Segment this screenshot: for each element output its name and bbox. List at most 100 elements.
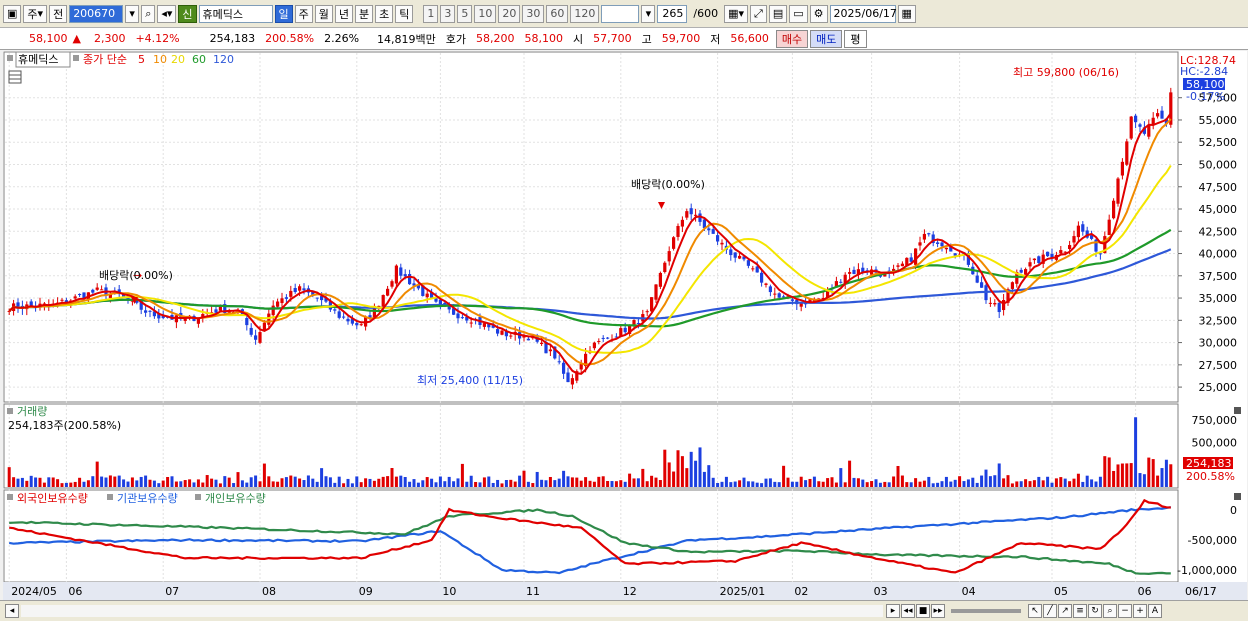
cycle-tool-icon[interactable]: ↻ — [1088, 604, 1102, 618]
volume-bar — [729, 482, 733, 487]
volume-bar — [262, 463, 266, 487]
zoom-out-icon[interactable]: − — [1118, 604, 1132, 618]
grid-icon[interactable]: ▤ — [768, 4, 788, 23]
custom-interval-input[interactable] — [601, 4, 640, 23]
trend-tool-icon[interactable]: ↗ — [1058, 604, 1072, 618]
cursor-tool-icon[interactable]: ↖ — [1028, 604, 1042, 618]
avg-button[interactable]: 평 — [844, 29, 867, 48]
volume-bar — [82, 481, 86, 487]
candle-body — [936, 242, 940, 244]
horizontal-scrollbar[interactable] — [21, 605, 883, 617]
volume-bar — [672, 471, 676, 487]
line-tool-icon[interactable]: ╱ — [1043, 604, 1057, 618]
play-icon[interactable]: ▸ — [886, 604, 900, 618]
stock-chart[interactable]: 57,50055,00052,50050,00047,50045,00042,5… — [3, 51, 1247, 603]
interval-3[interactable]: 3 — [440, 4, 456, 23]
tab-tick[interactable]: 틱 — [395, 4, 414, 23]
search-small-icon[interactable]: ⌕ — [1103, 604, 1117, 618]
candle-body — [1160, 110, 1164, 119]
current-pct-label: -0.17% — [1186, 90, 1225, 103]
candle-body — [342, 316, 346, 318]
search-icon[interactable]: ⌕ — [141, 4, 156, 23]
window-layout-icon[interactable]: ▣ — [3, 4, 22, 23]
candle-body — [289, 290, 293, 297]
candle-body — [896, 265, 900, 267]
volume-bar — [284, 477, 288, 487]
prev-button[interactable]: 전 — [49, 4, 68, 23]
interval-dropdown-icon[interactable]: ▾ — [641, 4, 656, 23]
volume-bar — [443, 481, 447, 487]
candle-body — [258, 332, 262, 343]
rewind-icon[interactable]: ◂◂ — [901, 604, 915, 618]
save-icon[interactable]: ▭ — [789, 4, 808, 23]
high-annotation: 최고 59,800 (06/16) — [1013, 66, 1119, 79]
auto-scale-icon[interactable]: A — [1148, 604, 1162, 618]
price-tick-label: 45,000 — [1199, 203, 1238, 216]
candle-body — [738, 255, 742, 259]
candle-body — [1037, 256, 1041, 263]
candle-body — [1107, 219, 1111, 236]
legend-chip — [7, 408, 13, 414]
interval-1[interactable]: 1 — [423, 4, 439, 23]
candle-body — [650, 297, 654, 312]
tab-month[interactable]: 월 — [314, 4, 333, 23]
interval-10[interactable]: 10 — [474, 4, 497, 23]
date-input[interactable]: 2025/06/17 — [829, 4, 897, 23]
volume-bar — [663, 449, 667, 487]
interval-5[interactable]: 5 — [457, 4, 473, 23]
tab-year[interactable]: 년 — [334, 4, 354, 23]
volume-bar — [834, 482, 838, 487]
chart-tools-icon[interactable]: ▦▾ — [724, 4, 749, 23]
candle-body — [1059, 250, 1063, 254]
tab-second[interactable]: 초 — [375, 4, 394, 23]
forward-icon[interactable]: ▸▸ — [931, 604, 945, 618]
calendar-icon[interactable]: ▦ — [897, 4, 916, 23]
tab-day[interactable]: 일 — [274, 4, 293, 23]
interval-30[interactable]: 30 — [522, 4, 545, 23]
volume-bar — [1085, 475, 1089, 487]
interval-120[interactable]: 120 — [570, 4, 600, 23]
zoom-slider[interactable] — [951, 609, 1021, 613]
volume-bar — [645, 481, 649, 487]
stock-name-field[interactable]: 휴메딕스 — [198, 4, 273, 23]
scroll-left-icon[interactable]: ◂ — [5, 604, 19, 618]
bar-count-input[interactable]: 265 — [657, 4, 688, 23]
speaker-icon[interactable]: ◂▾ — [157, 4, 177, 23]
candle-body — [601, 337, 605, 339]
fib-tool-icon[interactable]: ≡ — [1073, 604, 1087, 618]
volume-bar — [742, 477, 746, 487]
volume-bar — [364, 478, 368, 487]
x-tick-label: 2024/05 — [11, 585, 57, 598]
price-tick-label: 50,000 — [1199, 158, 1238, 171]
candle-body — [500, 330, 504, 335]
stop-icon[interactable]: ■ — [916, 604, 930, 618]
tab-minute[interactable]: 분 — [355, 4, 374, 23]
sell-button[interactable]: 매도 — [810, 29, 843, 48]
volume-bar — [205, 475, 209, 487]
volume-bar — [782, 465, 786, 487]
period-selector[interactable]: 주 ▾ — [23, 4, 48, 23]
volume-bar — [51, 477, 55, 487]
price-tick-label: 27,500 — [1199, 359, 1238, 372]
tab-week[interactable]: 주 — [294, 4, 313, 23]
zoom-in-icon[interactable]: + — [1133, 604, 1147, 618]
panel-close-icon[interactable] — [1234, 407, 1241, 414]
candle-body — [918, 242, 922, 246]
panel-close-icon[interactable] — [1234, 493, 1241, 500]
volume-bar — [482, 477, 486, 487]
code-dropdown-icon[interactable]: ▾ — [125, 4, 140, 23]
gear-icon[interactable]: ⚙ — [809, 4, 828, 23]
price-tick-label: 55,000 — [1199, 114, 1238, 127]
volume-bar — [359, 482, 363, 487]
volume-bar — [34, 477, 38, 487]
candle-body — [1002, 300, 1006, 311]
interval-60[interactable]: 60 — [546, 4, 569, 23]
table-icon[interactable] — [8, 70, 22, 84]
stock-code-input[interactable]: 200670 — [69, 4, 124, 23]
new-badge[interactable]: 신 — [178, 4, 197, 23]
candle-body — [469, 322, 473, 324]
buy-button[interactable]: 매수 — [775, 29, 809, 48]
legend-chip — [195, 494, 201, 500]
interval-20[interactable]: 20 — [498, 4, 521, 23]
draw-tool-icon[interactable]: ⤢ — [750, 4, 767, 23]
